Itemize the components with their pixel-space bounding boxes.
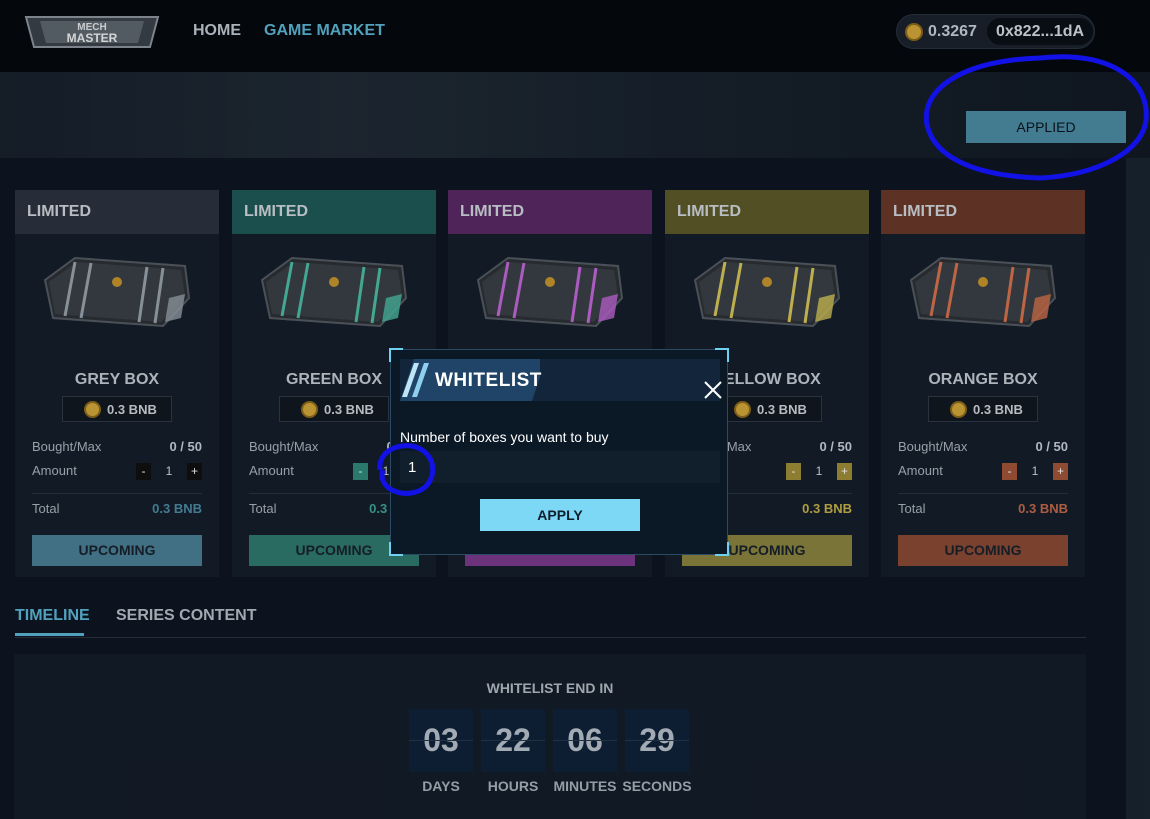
modal-corner [389,542,403,556]
box-count-label: Number of boxes you want to buy [400,429,609,445]
modal-header: WHITELIST [400,359,722,401]
modal-corner [715,542,729,556]
modal-title: WHITELIST [435,370,542,391]
close-icon[interactable] [702,379,724,401]
whitelist-modal: WHITELIST Number of boxes you want to bu… [389,348,729,556]
apply-button[interactable]: APPLY [480,499,640,531]
box-count-input[interactable] [400,451,720,483]
